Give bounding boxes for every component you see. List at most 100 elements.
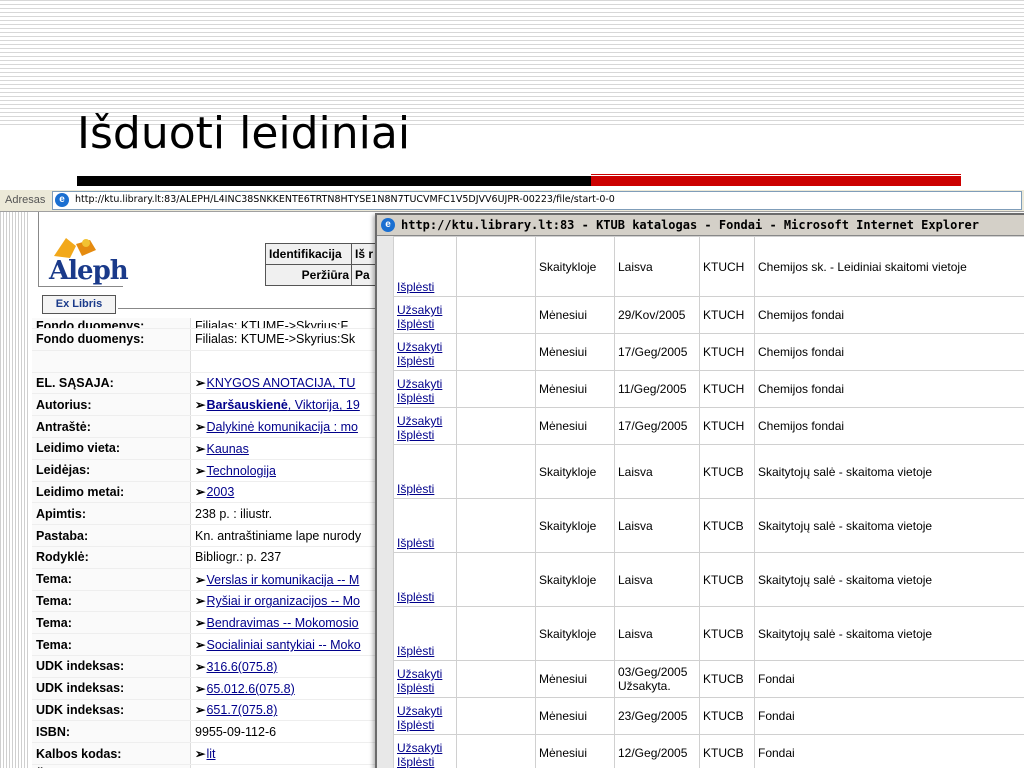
record-link[interactable]: 2003 xyxy=(206,485,234,499)
holding-loan-type: Skaitykloje xyxy=(535,236,615,297)
order-link[interactable]: Užsakyti xyxy=(397,741,453,755)
arrow-icon: ➢ xyxy=(195,398,206,413)
nav-perziura[interactable]: Peržiūra xyxy=(265,264,353,286)
holding-loan-type: Mėnesiui xyxy=(535,296,615,334)
record-label: Leidimo vieta: xyxy=(32,437,191,460)
record-label: ISBN: xyxy=(32,720,191,744)
slide-title: Išduoti leidiniai xyxy=(77,108,411,159)
holding-status-text: 29/Kov/2005 xyxy=(618,308,686,322)
popup-left-scrollbar[interactable] xyxy=(377,236,394,768)
holding-row: Išplėsti Skaitykloje Laisva KTUCB Skaitytojų… xyxy=(393,444,1024,499)
order-link[interactable]: Užsakyti xyxy=(397,667,453,681)
arrow-icon: ➢ xyxy=(195,441,206,456)
holding-status-text: 17/Geg/2005 xyxy=(618,345,688,359)
record-link[interactable]: KNYGOS ANOTACIJA, TU xyxy=(206,376,355,390)
record-label: Tema: xyxy=(32,633,191,656)
holding-location: Fondai xyxy=(754,734,1024,768)
expand-link[interactable]: Išplėsti xyxy=(397,391,453,405)
holding-row: Užsakyti Išplėsti Mėnesiui 17/Geg/2005 KTUCH… xyxy=(393,407,1024,445)
holding-status-text: 03/Geg/2005 xyxy=(618,665,688,679)
holding-row: Užsakyti Išplėsti Mėnesiui 23/Geg/2005 KTUCB… xyxy=(393,697,1024,735)
author-highlight-link[interactable]: Baršauskienė xyxy=(206,398,287,412)
expand-link[interactable]: Išplėsti xyxy=(397,718,453,732)
holding-status-text: Laisva xyxy=(618,464,653,479)
holding-status-text: Laisva xyxy=(618,259,653,274)
holding-actions: Užsakyti Išplėsti xyxy=(393,734,457,768)
popup-title-bar[interactable]: e http://ktu.library.lt:83 - KTUB katalo… xyxy=(377,215,1024,236)
record-link[interactable]: 65.012.6(075.8) xyxy=(206,682,294,696)
arrow-icon: ➢ xyxy=(195,638,206,653)
holding-loan-type: Skaitykloje xyxy=(535,606,615,661)
order-link[interactable]: Užsakyti xyxy=(397,340,453,354)
order-link[interactable]: Užsakyti xyxy=(397,704,453,718)
order-link[interactable]: Užsakyti xyxy=(397,414,453,428)
record-value: ➢651.7(075.8) xyxy=(190,699,377,722)
address-input[interactable]: e http://ktu.library.lt:83/ALEPH/L4INC38… xyxy=(52,191,1022,210)
record-link[interactable]: Dalykinė komunikacija : mo xyxy=(206,420,357,434)
holding-branch: KTUCH xyxy=(699,236,755,297)
holding-branch: KTUCB xyxy=(699,660,755,698)
holding-location: Skaitytojų salė - skaitoma vietoje xyxy=(754,444,1024,499)
expand-link[interactable]: Išplėsti xyxy=(397,354,453,368)
holding-blank xyxy=(456,370,536,408)
holding-location: Chemijos sk. - Leidiniai skaitomi vietoj… xyxy=(754,236,1024,297)
order-link[interactable]: Užsakyti xyxy=(397,303,453,317)
holding-actions: Užsakyti Išplėsti xyxy=(393,333,457,371)
record-link[interactable]: Technologija xyxy=(206,464,276,478)
holding-blank xyxy=(456,236,536,297)
nav-identifikacija[interactable]: Identifikacija xyxy=(265,243,353,265)
arrow-icon: ➢ xyxy=(195,594,206,609)
expand-link[interactable]: Išplėsti xyxy=(397,280,453,294)
record-link[interactable]: Ryšiai ir organizacijos -- Mo xyxy=(206,594,360,608)
holding-actions: Išplėsti xyxy=(393,606,457,661)
record-value: ➢Kaunas xyxy=(190,437,377,460)
record-value: ➢KNYGOS ANOTACIJA, TU xyxy=(190,372,377,395)
holding-actions: Išplėsti xyxy=(393,498,457,553)
record-label: Tema: xyxy=(32,611,191,635)
record-link[interactable]: lit xyxy=(206,747,215,761)
expand-link[interactable]: Išplėsti xyxy=(397,644,453,658)
holding-status-text: 17/Geg/2005 xyxy=(618,419,688,433)
record-link[interactable]: 651.7(075.8) xyxy=(206,703,277,717)
record-link[interactable]: Verslas ir komunikacija -- M xyxy=(206,573,359,587)
expand-link[interactable]: Išplėsti xyxy=(397,536,453,550)
record-link[interactable]: 316.6(075.8) xyxy=(206,660,277,674)
record-label: Apimtis: xyxy=(32,502,191,526)
expand-link[interactable]: Išplėsti xyxy=(397,317,453,331)
holding-branch: KTUCB xyxy=(699,552,755,607)
holding-actions: Išplėsti xyxy=(393,236,457,297)
record-value: Bibliogr.: p. 237 xyxy=(190,546,377,569)
holding-actions: Išplėsti xyxy=(393,444,457,499)
expand-link[interactable]: Išplėsti xyxy=(397,590,453,604)
record-value: ➢2003 xyxy=(190,481,377,504)
holding-blank xyxy=(456,697,536,735)
holding-blank xyxy=(456,660,536,698)
record-link[interactable]: Bendravimas -- Mokomosio xyxy=(206,616,358,630)
holding-status: Laisva xyxy=(614,444,700,499)
holding-branch: KTUCB xyxy=(699,606,755,661)
record-link[interactable]: Kaunas xyxy=(206,442,248,456)
expand-link[interactable]: Išplėsti xyxy=(397,755,453,768)
holding-status-text: Laisva xyxy=(618,572,653,587)
expand-link[interactable]: Išplėsti xyxy=(397,428,453,442)
record-value: ➢lit xyxy=(190,742,377,765)
holding-blank xyxy=(456,296,536,334)
record-link[interactable]: , Viktorija, 19 xyxy=(288,398,360,412)
holding-row: Išplėsti Skaitykloje Laisva KTUCB Skaitytojų… xyxy=(393,606,1024,661)
record-row: ISBN: 9955-09-112-6 xyxy=(32,720,377,744)
order-link[interactable]: Užsakyti xyxy=(397,377,453,391)
holding-status: Laisva xyxy=(614,552,700,607)
holding-loan-type: Mėnesiui xyxy=(535,660,615,698)
record-link[interactable]: Socialiniai santykiai -- Moko xyxy=(206,638,360,652)
holding-actions: Užsakyti Išplėsti xyxy=(393,407,457,445)
expand-link[interactable]: Išplėsti xyxy=(397,482,453,496)
record-label: Rodyklė: xyxy=(32,546,191,569)
arrow-icon: ➢ xyxy=(195,485,206,500)
exlibris-button[interactable]: Ex Libris xyxy=(42,295,116,314)
expand-link[interactable]: Išplėsti xyxy=(397,681,453,695)
holding-location: Chemijos fondai xyxy=(754,296,1024,334)
holding-location: Chemijos fondai xyxy=(754,370,1024,408)
record-row: UDK indeksas: ➢316.6(075.8) xyxy=(32,655,377,678)
holding-actions: Užsakyti Išplėsti xyxy=(393,296,457,334)
record-row: Rodyklė: Bibliogr.: p. 237 xyxy=(32,546,377,569)
